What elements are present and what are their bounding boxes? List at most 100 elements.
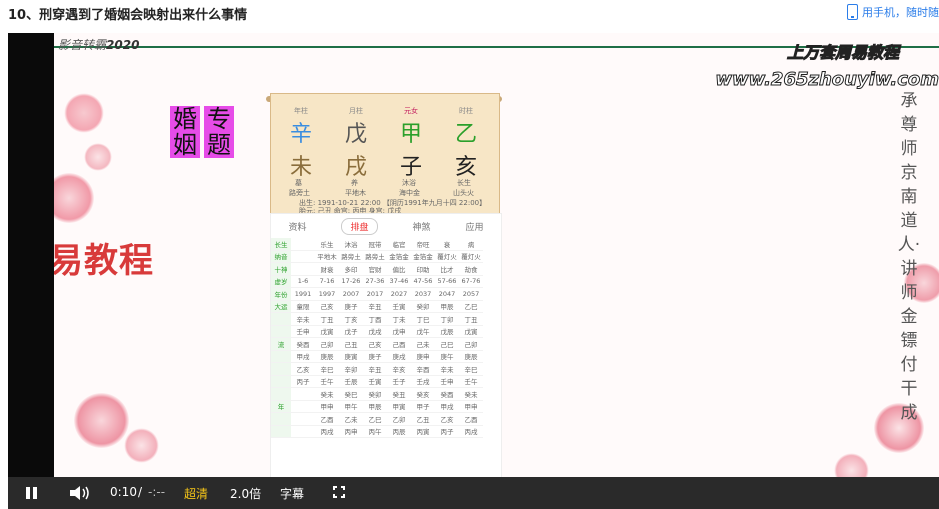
- table-cell: 比才: [435, 262, 459, 276]
- table-cell: 己卯: [459, 337, 483, 351]
- table-cell: 丙子: [291, 375, 315, 388]
- table-cell: 戊申: [387, 325, 411, 338]
- table-cell: 乙巳: [459, 300, 483, 313]
- pillar-label: 月柱: [349, 107, 363, 115]
- row-header: [271, 425, 291, 438]
- table-cell: 庚辰: [315, 350, 339, 363]
- table-cell: 1-6: [291, 275, 315, 288]
- subtitle-button[interactable]: 字幕: [280, 485, 304, 502]
- table-cell: 己巳: [435, 337, 459, 351]
- row-header: 大运: [271, 300, 291, 313]
- table-cell: 丁丑: [459, 312, 483, 326]
- table-cell: 乙亥: [435, 412, 459, 426]
- tab-apply[interactable]: 应用: [465, 220, 483, 233]
- table-cell: 辛未: [435, 362, 459, 376]
- table-cell: 路旁土: [339, 250, 363, 263]
- table-cell: 67-76: [459, 275, 483, 288]
- row-header: 纳音: [271, 250, 291, 263]
- table-cell: 劫食: [459, 262, 483, 276]
- heavenly-stem: 辛: [289, 122, 312, 147]
- table-cell: 57-66: [435, 275, 459, 288]
- table-row: 癸未 癸巳 癸卯 癸丑 癸亥 癸酉 癸未: [271, 387, 483, 401]
- marriage-tag: 婚姻: [170, 106, 200, 158]
- speed-button[interactable]: 2.0倍: [230, 485, 261, 502]
- row-header: 长生: [271, 238, 291, 251]
- tab-chart[interactable]: 排盘: [341, 217, 378, 235]
- pillar-label: 时柱: [459, 107, 473, 115]
- table-cell: 庚戌: [387, 350, 411, 363]
- table-cell: 丁未: [387, 312, 411, 326]
- table-cell: 平地木: [315, 250, 339, 263]
- pillar-label: 年柱: [294, 107, 308, 115]
- table-row: 壬申 戊寅 戊子 戊戌 戊申 戊午 戊辰 戊寅: [271, 325, 483, 338]
- table-cell: 印助: [411, 262, 435, 276]
- video-letterbox: [8, 33, 54, 477]
- table-cell: 丙申: [339, 425, 363, 438]
- table-row: 流癸酉 己卯 己丑 己亥 己酉 己未 己巳 己卯: [271, 337, 483, 351]
- table-cell: 金箔金: [411, 250, 435, 263]
- row-header: 流: [271, 337, 291, 351]
- table-cell: 甲寅: [387, 400, 411, 413]
- flower-decoration: [834, 453, 869, 477]
- table-cell: 财衰: [315, 262, 339, 276]
- table-cell: 丁卯: [435, 312, 459, 326]
- table-cell: 丁酉: [363, 312, 387, 326]
- quality-button[interactable]: 超清: [184, 485, 208, 502]
- table-cell: 癸卯: [363, 387, 387, 401]
- earthly-branch: 亥: [454, 155, 477, 180]
- table-cell: 甲辰: [363, 400, 387, 413]
- time-total: -:--: [148, 485, 166, 499]
- table-cell: [291, 387, 315, 401]
- page-title: 10、刑穿遇到了婚姻会映射出来什么事情: [8, 8, 248, 23]
- table-cell: 丙辰: [387, 425, 411, 438]
- volume-icon[interactable]: [70, 486, 90, 500]
- table-cell: 戊午: [411, 325, 435, 338]
- fullscreen-icon[interactable]: [333, 486, 345, 498]
- tab-data[interactable]: 资料: [288, 220, 306, 233]
- lecturer-vertical-text: 承尊师京南道人·讲师金镖付干成: [897, 91, 921, 423]
- earthly-branch: 戌: [344, 155, 367, 180]
- table-cell: 辛巳: [315, 362, 339, 376]
- table-cell: [291, 238, 315, 251]
- table-cell: 癸亥: [411, 387, 435, 401]
- table-cell: 2037: [411, 287, 435, 301]
- table-cell: 病: [459, 238, 483, 251]
- table-cell: 壬子: [387, 375, 411, 388]
- table-cell: [291, 400, 315, 413]
- brand-banner: 九易教程: [54, 241, 154, 281]
- table-cell: 冠带: [363, 238, 387, 251]
- table-cell: 帝旺: [411, 238, 435, 251]
- table-cell: 路旁土: [363, 250, 387, 263]
- table-cell: 戊子: [339, 325, 363, 338]
- table-cell: 己亥: [315, 300, 339, 313]
- row-header: 年: [271, 400, 291, 413]
- tab-shensha[interactable]: 神煞: [412, 220, 430, 233]
- table-cell: 1991: [291, 287, 315, 301]
- table-cell: 癸酉: [291, 337, 315, 351]
- table-cell: 覆灯火: [435, 250, 459, 263]
- table-row: 长生 乐生 沐浴 冠带 临官 帝旺衰病: [271, 238, 483, 251]
- table-row: 丙子 壬午 壬辰 壬寅 壬子 壬戌 壬申 壬午: [271, 375, 483, 388]
- phone-link[interactable]: 用手机，随时随: [847, 3, 939, 21]
- table-row: 虚岁 1-6 7-16 17-26 27-36 37-46 47-56 57-66 67-76: [271, 275, 483, 288]
- dayun-table: 长生 乐生 沐浴 冠带 临官 帝旺衰病纳音 平地木 路旁土 路旁土 金箔金 金箔金 覆灯火 覆灯火 十神财…: [271, 238, 483, 438]
- top-bar: 10、刑穿遇到了婚姻会映射出来什么事情 用手机，随时随: [0, 0, 939, 30]
- video-player[interactable]: 影音转霸2020 上万套周易教程 www.265zhouyiw.com 承尊师京…: [8, 33, 939, 509]
- table-row: 甲戌 庚辰 庚寅 庚子 庚戌 庚申 庚午 庚辰: [271, 350, 483, 363]
- pause-icon[interactable]: [26, 487, 38, 499]
- table-cell: 丙午: [363, 425, 387, 438]
- table-row: 十神 财衰 多印 官财 偏比 印助 比才 劫食: [271, 262, 483, 276]
- row-header: [271, 350, 291, 363]
- table-cell: 辛酉: [411, 362, 435, 376]
- table-cell: 偏比: [387, 262, 411, 276]
- row-header: [271, 375, 291, 388]
- row-header: [271, 312, 291, 326]
- table-cell: 17-26: [339, 275, 363, 288]
- table-cell: 癸丑: [387, 387, 411, 401]
- table-cell: 甲午: [339, 400, 363, 413]
- site-url-watermark: www.265zhouyiw.com: [715, 69, 939, 91]
- table-cell: 2027: [387, 287, 411, 301]
- row-header: [271, 387, 291, 401]
- table-row: 纳音 平地木 路旁土 路旁土 金箔金 金箔金 覆灯火 覆灯火: [271, 250, 483, 263]
- video-frame[interactable]: 影音转霸2020 上万套周易教程 www.265zhouyiw.com 承尊师京…: [54, 33, 939, 477]
